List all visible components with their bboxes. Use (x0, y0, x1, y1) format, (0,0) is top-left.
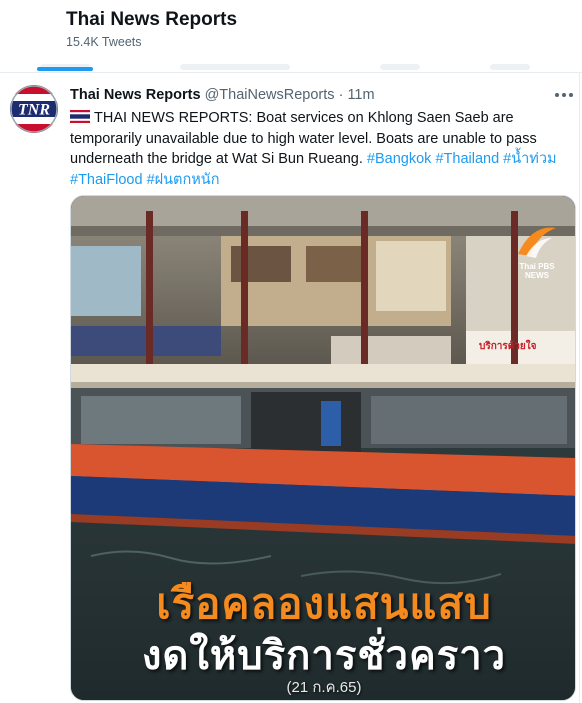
thailand-flag-icon (70, 110, 90, 123)
tweet-time[interactable]: 11m (347, 87, 374, 103)
hashtag-link[interactable]: #น้ำท่วม (503, 151, 556, 167)
hashtag-link[interactable]: #ฝนตกหนัก (147, 172, 220, 188)
tab-likes[interactable] (490, 64, 530, 70)
hashtag-link[interactable]: #ThaiFlood (70, 172, 143, 188)
author-handle[interactable]: @ThaiNewsReports (205, 87, 335, 103)
avatar[interactable]: TNR (10, 85, 58, 133)
header-divider (0, 72, 582, 73)
profile-header: Thai News Reports 15.4K Tweets (0, 0, 582, 72)
hashtag-link[interactable]: #Thailand (435, 151, 499, 167)
separator-dot: · (338, 87, 344, 103)
tweet-header: Thai News Reports @ThaiNewsReports · 11m (70, 87, 375, 103)
avatar-text: TNR (18, 102, 50, 119)
tweet-text: THAI NEWS REPORTS: Boat services on Khlo… (70, 108, 575, 190)
author-name[interactable]: Thai News Reports (70, 87, 201, 103)
caption-date: (21 ก.ค.65) (286, 679, 362, 696)
thai-pbs-logo: Thai PBS NEWS (512, 220, 562, 282)
timeline-border (579, 72, 580, 703)
active-tab-indicator (37, 67, 93, 71)
tab-media[interactable] (380, 64, 420, 70)
tweet-count: 15.4K Tweets (66, 35, 142, 49)
profile-name: Thai News Reports (66, 9, 238, 30)
tab-replies[interactable] (180, 64, 290, 70)
hashtag-link[interactable]: #Bangkok (367, 151, 432, 167)
tweet-media-image[interactable]: Thai PBS NEWS บริการด้วยใจ เรือคลองแสนแส… (70, 195, 576, 701)
sign-text: บริการด้วยใจ (479, 341, 537, 352)
more-horizontal-icon[interactable] (554, 89, 574, 101)
